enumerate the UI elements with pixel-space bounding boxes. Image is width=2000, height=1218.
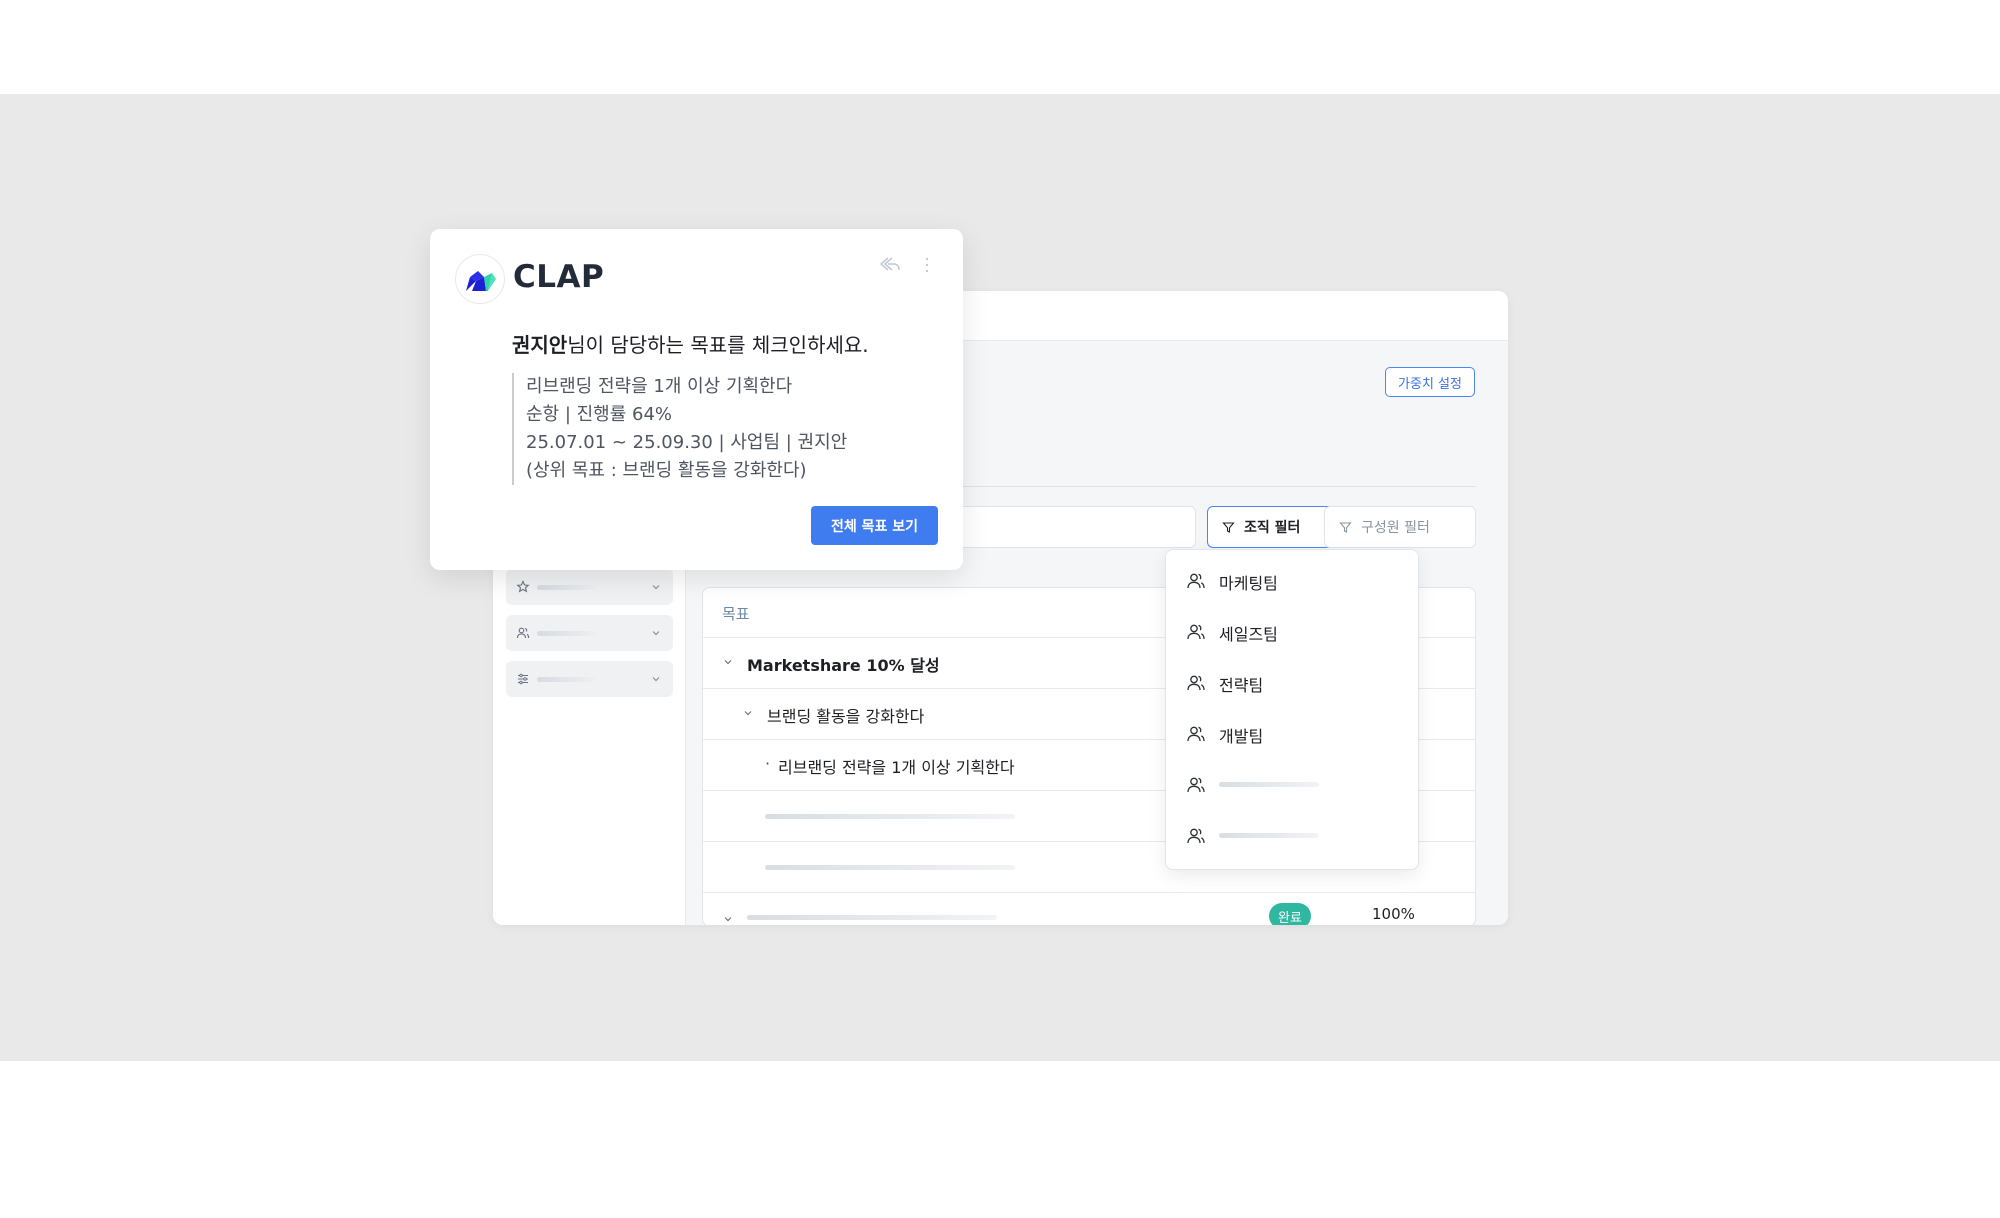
dropdown-item-sales[interactable]: 세일즈팀 [1166,606,1418,657]
member-filter-label: 구성원 필터 [1361,520,1430,536]
headline-text: 님이 담당하는 목표를 체크인하세요. [567,333,869,357]
chevron-down-icon [652,585,660,590]
chevron-down-icon[interactable] [743,708,753,718]
goal-summary: 리브랜딩 전략을 1개 이상 기획한다 순항 | 진행률 64% 25.07.0… [512,373,912,485]
status-badge: 완료 [1269,903,1311,925]
sidebar-item-placeholder [537,585,597,590]
goal-title: 브랜딩 활동을 강화한다 [767,707,925,726]
chevron-down-icon [652,677,660,682]
goal-title: 리브랜딩 전략을 1개 이상 기획한다 [778,758,1015,777]
dropdown-item-development[interactable]: 개발팀 [1166,708,1418,759]
brand-name: CLAP [513,259,605,295]
dropdown-item-label: 개발팀 [1219,727,1264,746]
sidebar-item-placeholder [537,631,597,636]
dropdown-item-marketing[interactable]: 마케팅팀 [1166,555,1418,606]
dropdown-item-placeholder [1219,833,1319,838]
weight-setting-button[interactable]: 가중치 설정 [1385,367,1475,397]
dropdown-item-label: 세일즈팀 [1219,625,1278,644]
sliders-icon [518,673,528,685]
dropdown-item-placeholder [1219,782,1319,787]
notification-card: CLAP 권지안님이 담당하는 목표를 체크인하세요. 리브랜딩 전략을 1개 … [430,229,963,570]
users-icon [1187,675,1205,691]
clap-logo [455,254,505,304]
users-icon [1187,726,1205,742]
assignee-name: 권지안 [512,333,568,357]
filter-icon [1222,521,1235,533]
more-vertical-icon[interactable] [924,257,930,273]
dropdown-item[interactable] [1166,810,1418,861]
star-icon [516,580,530,593]
table-row[interactable]: 완료 100% [703,893,1475,925]
row-placeholder [765,814,1015,819]
users-icon [516,627,530,639]
users-icon [1187,624,1205,640]
clap-logo-icon [466,271,496,291]
org-filter-label: 조직 필터 [1244,520,1301,536]
row-placeholder [765,865,1015,870]
chevron-down-icon [652,631,660,636]
users-icon [1187,573,1205,589]
users-icon [1187,828,1205,844]
parent-goal: (상위 목표 : 브랜딩 활동을 강화한다) [526,460,807,481]
progress-percent: 100% [1372,905,1415,923]
goal-title: Marketshare 10% 달성 [747,656,940,675]
dropdown-item-label: 전략팀 [1219,676,1264,695]
dropdown-item[interactable] [1166,759,1418,810]
sidebar-item-members[interactable] [506,615,673,651]
reply-icon[interactable] [879,256,901,274]
dropdown-item-label: 마케팅팀 [1219,574,1278,593]
chevron-down-icon[interactable] [723,914,733,924]
dropdown-item-strategy[interactable]: 전략팀 [1166,657,1418,708]
bullet-dot: · [765,754,771,773]
goal-period: 25.07.01 ~ 25.09.30 | 사업팀 | 권지안 [526,432,848,453]
column-header-goal: 목표 [722,605,750,623]
backdrop: 가중치 설정 조직 필터 구성원 필터 목표 률 Marketshare 10%… [0,94,2000,1061]
sidebar-item-placeholder [537,677,597,682]
users-icon [1187,777,1205,793]
member-filter-button[interactable]: 구성원 필터 [1324,506,1476,548]
row-placeholder [747,915,997,920]
notification-headline: 권지안님이 담당하는 목표를 체크인하세요. [512,329,869,358]
goal-status: 순항 | 진행률 64% [526,404,673,425]
sidebar-item-favorites[interactable] [506,569,673,605]
chevron-down-icon[interactable] [723,657,733,667]
org-filter-dropdown: 마케팅팀 세일즈팀 전략팀 개발팀 [1165,549,1419,870]
goal-title: 리브랜딩 전략을 1개 이상 기획한다 [526,376,793,397]
sidebar-item-settings[interactable] [506,661,673,697]
view-all-goals-button[interactable]: 전체 목표 보기 [811,506,938,545]
filter-icon [1339,521,1352,533]
